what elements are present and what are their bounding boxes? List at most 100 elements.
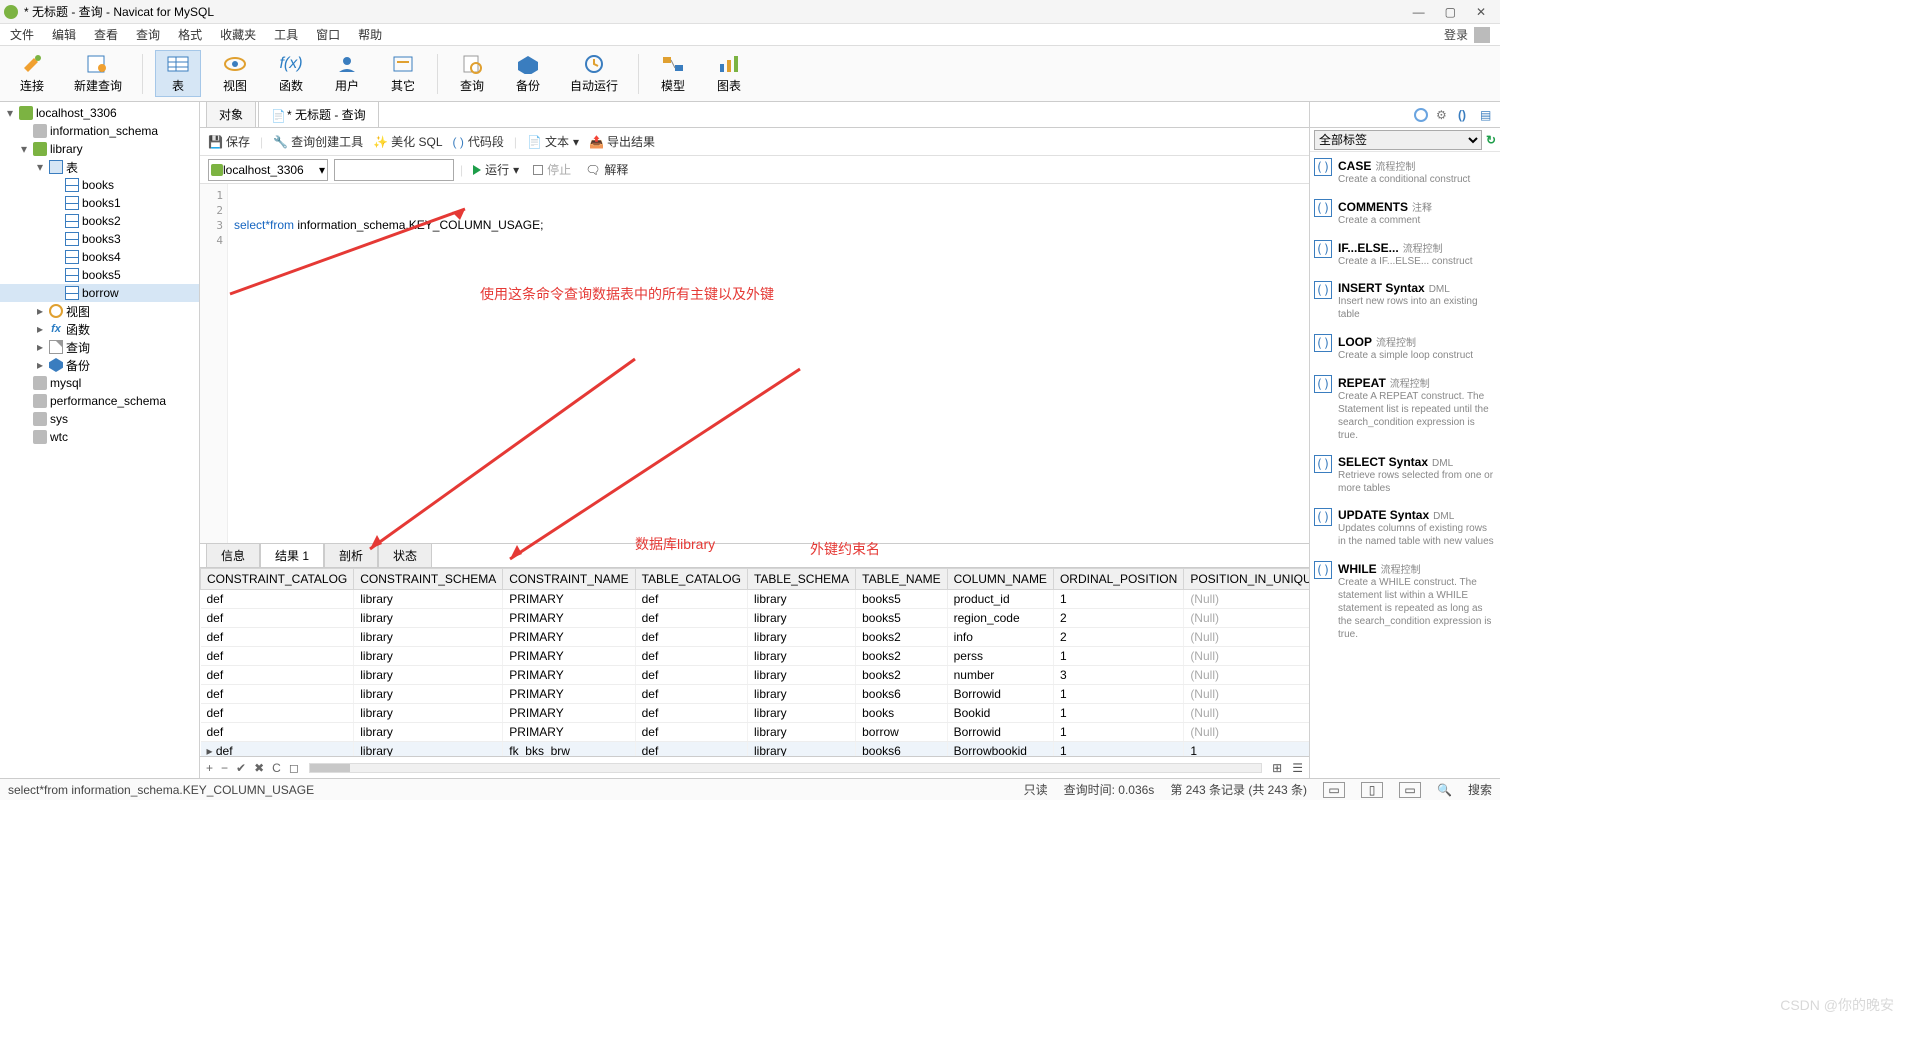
snippet-item[interactable]: ()LOOP流程控制Create a simple loop construct <box>1310 328 1500 369</box>
tab-objects[interactable]: 对象 <box>206 101 256 127</box>
col-header[interactable]: ORDINAL_POSITION <box>1053 569 1183 590</box>
tool-connect[interactable]: 连接 <box>10 51 54 96</box>
tree-table[interactable]: books4 <box>0 248 199 266</box>
stop-button[interactable]: 停止 <box>529 161 575 178</box>
col-header[interactable]: CONSTRAINT_CATALOG <box>201 569 354 590</box>
tool-function[interactable]: f(x)函数 <box>269 51 313 96</box>
table-row[interactable]: deflibraryPRIMARYdeflibrarybooks2perss1(… <box>201 647 1310 666</box>
snippet-item[interactable]: ()INSERT SyntaxDMLInsert new rows into a… <box>1310 275 1500 328</box>
col-header[interactable]: CONSTRAINT_SCHEMA <box>354 569 503 590</box>
snippet-item[interactable]: ()CASE流程控制Create a conditional construct <box>1310 152 1500 193</box>
builder-button[interactable]: 🔧查询创建工具 <box>273 133 363 150</box>
snippet-item[interactable]: ()UPDATE SyntaxDMLUpdates columns of exi… <box>1310 502 1500 555</box>
table-row[interactable]: deflibraryPRIMARYdeflibrarybooks5region_… <box>201 609 1310 628</box>
snippet-item[interactable]: ()REPEAT流程控制Create A REPEAT construct. T… <box>1310 369 1500 449</box>
toggle-panel-3[interactable]: ▭ <box>1399 782 1421 798</box>
tree-db[interactable]: mysql <box>0 374 199 392</box>
tree-db[interactable]: information_schema <box>0 122 199 140</box>
col-header[interactable]: COLUMN_NAME <box>947 569 1053 590</box>
form-view-icon[interactable]: ☰ <box>1292 761 1303 775</box>
stop-refresh-button[interactable]: ◻ <box>289 761 299 775</box>
menu-tools[interactable]: 工具 <box>274 26 298 43</box>
tree-folder-query[interactable]: ▸查询 <box>0 338 199 356</box>
table-row[interactable]: deflibraryPRIMARYdeflibraryborrowBorrowi… <box>201 723 1310 742</box>
tool-model[interactable]: 模型 <box>651 51 695 96</box>
menu-view[interactable]: 查看 <box>94 26 118 43</box>
tool-chart[interactable]: 图表 <box>707 51 751 96</box>
tool-table[interactable]: 表 <box>155 50 201 97</box>
subtab-info[interactable]: 信息 <box>206 543 260 567</box>
gear-icon[interactable]: ⚙ <box>1436 108 1450 122</box>
toggle-panel-2[interactable]: ▯ <box>1361 782 1383 798</box>
result-grid[interactable]: CONSTRAINT_CATALOGCONSTRAINT_SCHEMACONST… <box>200 568 1309 756</box>
tree-folder-fx[interactable]: ▸fx函数 <box>0 320 199 338</box>
database-select[interactable] <box>334 159 454 181</box>
col-header[interactable]: TABLE_NAME <box>856 569 947 590</box>
maximize-button[interactable]: ▢ <box>1445 5 1456 19</box>
tool-query[interactable]: 查询 <box>450 51 494 96</box>
tab-query[interactable]: 📄* 无标题 - 查询 <box>258 101 379 127</box>
code-icon[interactable]: () <box>1458 108 1472 122</box>
table-row[interactable]: deflibraryPRIMARYdeflibrarybooks2number3… <box>201 666 1310 685</box>
explain-button[interactable]: 🗨解释 <box>581 161 632 178</box>
search-icon[interactable]: 🔍 <box>1437 783 1452 797</box>
tool-autorun[interactable]: 自动运行 <box>562 51 626 96</box>
run-button[interactable]: 运行 ▾ <box>469 161 523 178</box>
menu-file[interactable]: 文件 <box>10 26 34 43</box>
tree-db[interactable]: wtc <box>0 428 199 446</box>
sql-editor[interactable]: 1234 select*from information_schema.KEY_… <box>200 184 1309 544</box>
cancel-button[interactable]: ✖ <box>254 761 264 775</box>
tool-other[interactable]: 其它 <box>381 51 425 96</box>
col-header[interactable]: TABLE_CATALOG <box>635 569 747 590</box>
toggle-panel-1[interactable]: ▭ <box>1323 782 1345 798</box>
tool-user[interactable]: 用户 <box>325 51 369 96</box>
grid-view-icon[interactable]: ⊞ <box>1272 761 1282 775</box>
refresh-button[interactable]: C <box>272 761 281 775</box>
info-icon[interactable] <box>1414 108 1428 122</box>
snippet-button[interactable]: ( )代码段 <box>453 133 504 150</box>
tree-folder-tables[interactable]: ▾表 <box>0 158 199 176</box>
table-row[interactable]: deflibraryPRIMARYdeflibrarybooks6Borrowi… <box>201 685 1310 704</box>
tree-folder-backup[interactable]: ▸备份 <box>0 356 199 374</box>
tool-newquery[interactable]: 新建查询 <box>66 51 130 96</box>
del-row-button[interactable]: − <box>221 761 228 775</box>
commit-button[interactable]: ✔ <box>236 761 246 775</box>
col-header[interactable]: POSITION_IN_UNIQUE_CONSTRAINT <box>1184 569 1309 590</box>
tree-table[interactable]: books3 <box>0 230 199 248</box>
tree-connection[interactable]: ▾localhost_3306 <box>0 104 199 122</box>
tree-table[interactable]: borrow <box>0 284 199 302</box>
tree-table[interactable]: books <box>0 176 199 194</box>
snippet-item[interactable]: ()SELECT SyntaxDMLRetrieve rows selected… <box>1310 449 1500 502</box>
table-row[interactable]: deflibraryPRIMARYdeflibrarybooks2info2(N… <box>201 628 1310 647</box>
login-link[interactable]: 登录 <box>1444 26 1468 43</box>
export-button[interactable]: 📤导出结果 <box>589 133 655 150</box>
menu-fav[interactable]: 收藏夹 <box>220 26 256 43</box>
tree-folder-views[interactable]: ▸视图 <box>0 302 199 320</box>
tree-table[interactable]: books5 <box>0 266 199 284</box>
col-header[interactable]: TABLE_SCHEMA <box>747 569 855 590</box>
menu-edit[interactable]: 编辑 <box>52 26 76 43</box>
menu-format[interactable]: 格式 <box>178 26 202 43</box>
subtab-result[interactable]: 结果 1 <box>260 543 324 567</box>
code-area[interactable]: select*from information_schema.KEY_COLUM… <box>234 188 1305 233</box>
horizontal-scrollbar[interactable] <box>309 763 1262 773</box>
snippet-item[interactable]: ()WHILE流程控制Create a WHILE construct. The… <box>1310 555 1500 648</box>
tree-table[interactable]: books2 <box>0 212 199 230</box>
refresh-snippets-button[interactable]: ↻ <box>1486 133 1496 147</box>
tree-table[interactable]: books1 <box>0 194 199 212</box>
tag-filter-select[interactable]: 全部标签 <box>1314 130 1482 150</box>
text-button[interactable]: 📄文本 ▾ <box>527 133 579 150</box>
menu-help[interactable]: 帮助 <box>358 26 382 43</box>
menu-window[interactable]: 窗口 <box>316 26 340 43</box>
tree-db[interactable]: sys <box>0 410 199 428</box>
add-row-button[interactable]: + <box>206 761 213 775</box>
snippet-item[interactable]: ()IF...ELSE...流程控制Create a IF...ELSE... … <box>1310 234 1500 275</box>
subtab-status[interactable]: 状态 <box>378 543 432 567</box>
menu-query[interactable]: 查询 <box>136 26 160 43</box>
tool-view[interactable]: 视图 <box>213 51 257 96</box>
table-row[interactable]: deflibraryfk_bks_brwdeflibrarybooks6Borr… <box>201 742 1310 757</box>
avatar[interactable] <box>1474 27 1490 43</box>
close-button[interactable]: ✕ <box>1476 5 1486 19</box>
table-row[interactable]: deflibraryPRIMARYdeflibrarybooks5product… <box>201 590 1310 609</box>
minimize-button[interactable]: — <box>1413 5 1425 19</box>
